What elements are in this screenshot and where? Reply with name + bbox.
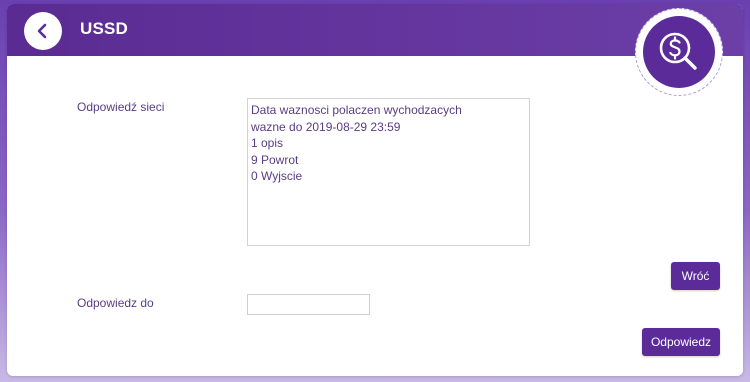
response-line: 0 Wyjscie	[251, 169, 303, 183]
back-button[interactable]	[24, 12, 62, 50]
response-line: Data waznosci polaczen wychodzacych	[251, 103, 462, 117]
reply-button[interactable]: Odpowiedz	[642, 328, 720, 356]
response-line: wazne do 2019-08-29 23:59	[251, 119, 401, 134]
network-response-box: Data waznosci polaczen wychodzacych wazn…	[247, 98, 530, 246]
panel-header: USSD	[7, 4, 743, 56]
reply-input[interactable]	[247, 294, 370, 315]
response-line: 1 opis	[251, 136, 284, 150]
chevron-left-icon	[37, 23, 47, 39]
response-line: 9 Powrot	[251, 152, 299, 167]
back-reply-button[interactable]: Wróć	[671, 262, 720, 290]
ussd-panel: USSD Odpowiedź sieci Data waznosci polac…	[7, 4, 743, 376]
reply-to-label: Odpowiedz do	[77, 296, 154, 310]
page-title: USSD	[80, 19, 129, 38]
dollar-search-icon	[643, 16, 715, 88]
network-response-label: Odpowiedź sieci	[77, 100, 165, 114]
